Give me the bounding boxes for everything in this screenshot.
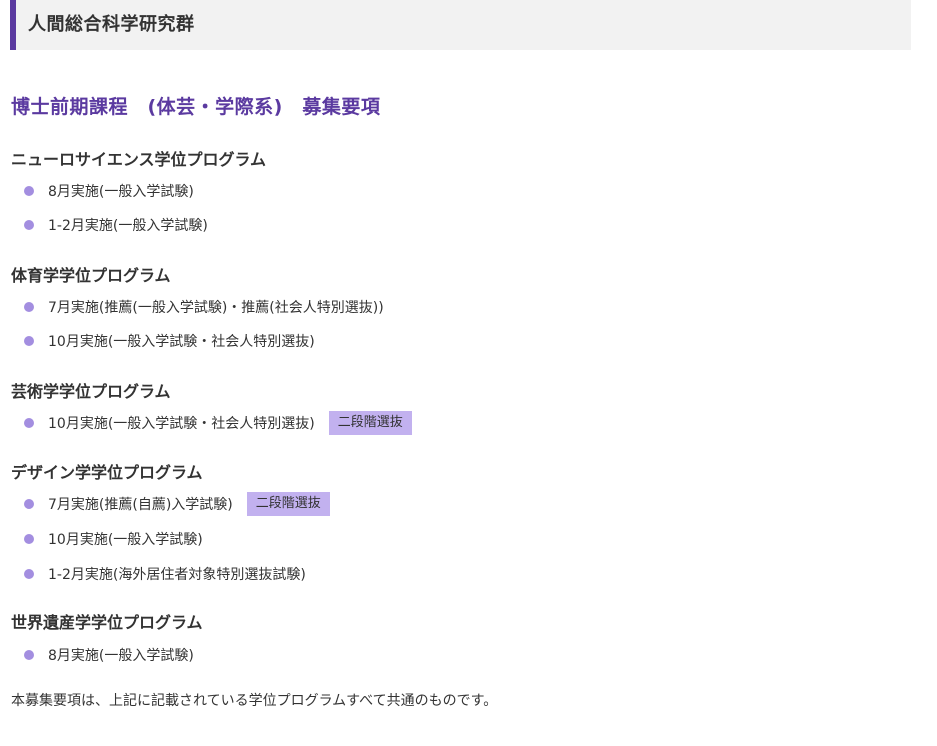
- section-header-title: 人間総合科学研究群: [28, 14, 195, 35]
- item-link[interactable]: 1-2月実施(一般入学試験): [48, 215, 208, 235]
- item-link[interactable]: 8月実施(一般入学試験): [48, 181, 194, 201]
- list-item: 10月実施(一般入学試験・社会人特別選抜): [24, 330, 315, 352]
- program-title-physical-education: 体育学学位プログラム: [11, 266, 171, 285]
- list-item: 7月実施(推薦(一般入学試験)・推薦(社会人特別選抜)): [24, 296, 384, 318]
- item-link[interactable]: 1-2月実施(海外居住者対象特別選抜試験): [48, 564, 306, 584]
- section-header: 人間総合科学研究群: [10, 0, 911, 50]
- list-item: 7月実施(推薦(自薦)入学試験) 二段階選抜: [24, 492, 330, 516]
- item-link[interactable]: 10月実施(一般入学試験): [48, 529, 203, 549]
- program-title-world-heritage: 世界遺産学学位プログラム: [11, 613, 203, 632]
- two-stage-selection-badge: 二段階選抜: [246, 492, 330, 516]
- bullet-icon: [24, 336, 34, 346]
- page-title: 博士前期課程 (体芸・学際系) 募集要項: [11, 96, 381, 118]
- program-title-neuroscience: ニューロサイエンス学位プログラム: [11, 150, 267, 169]
- item-link[interactable]: 7月実施(推薦(一般入学試験)・推薦(社会人特別選抜)): [48, 297, 384, 317]
- item-link[interactable]: 10月実施(一般入学試験・社会人特別選抜): [48, 331, 315, 351]
- bullet-icon: [24, 499, 34, 509]
- bullet-icon: [24, 650, 34, 660]
- bullet-icon: [24, 186, 34, 196]
- list-item: 8月実施(一般入学試験): [24, 180, 194, 202]
- program-title-design: デザイン学学位プログラム: [11, 463, 203, 482]
- list-item: 1-2月実施(海外居住者対象特別選抜試験): [24, 563, 306, 585]
- bullet-icon: [24, 534, 34, 544]
- item-link[interactable]: 8月実施(一般入学試験): [48, 645, 194, 665]
- bullet-icon: [24, 418, 34, 428]
- bullet-icon: [24, 220, 34, 230]
- two-stage-selection-badge: 二段階選抜: [328, 411, 412, 435]
- list-item: 10月実施(一般入学試験): [24, 528, 203, 550]
- item-link[interactable]: 7月実施(推薦(自薦)入学試験): [48, 494, 233, 514]
- bullet-icon: [24, 569, 34, 579]
- footer-note: 本募集要項は、上記に記載されている学位プログラムすべて共通のものです。: [11, 693, 498, 709]
- bullet-icon: [24, 302, 34, 312]
- list-item: 10月実施(一般入学試験・社会人特別選抜) 二段階選抜: [24, 411, 412, 435]
- program-title-art: 芸術学学位プログラム: [11, 382, 171, 401]
- list-item: 1-2月実施(一般入学試験): [24, 214, 208, 236]
- item-link[interactable]: 10月実施(一般入学試験・社会人特別選抜): [48, 413, 315, 433]
- list-item: 8月実施(一般入学試験): [24, 644, 194, 666]
